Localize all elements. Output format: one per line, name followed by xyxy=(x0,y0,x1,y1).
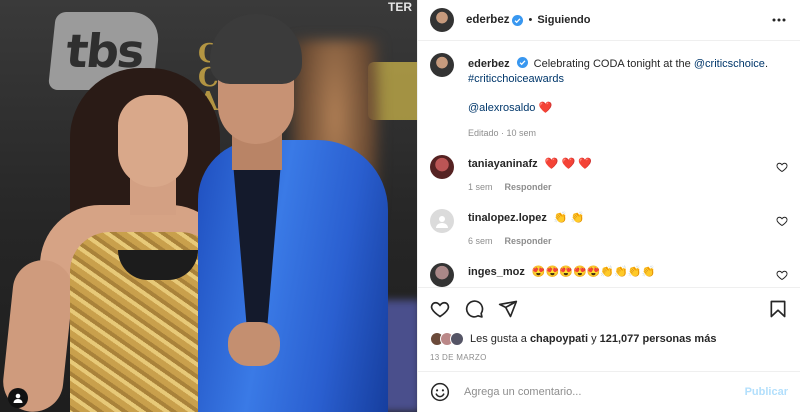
comment-username[interactable]: tinalopez.lopez xyxy=(468,212,547,224)
post-panel: ederbez • Siguiendo ederbez Celebrating … xyxy=(417,0,800,412)
tagged-user-link[interactable]: @alexrosaldo xyxy=(468,102,535,114)
comment-text: 👏 👏 xyxy=(553,212,585,224)
like-comment-heart-icon[interactable] xyxy=(776,215,788,227)
comment-composer: Publicar xyxy=(418,371,800,412)
caption-mention[interactable]: @criticschoice xyxy=(694,58,765,70)
reply-button[interactable]: Responder xyxy=(505,180,552,195)
man-hair xyxy=(210,14,302,84)
save-icon[interactable] xyxy=(768,299,788,319)
comment-text: ❤️ ❤️ ❤️ xyxy=(544,158,592,170)
comment-text: 😍😍😍😍😍👏👏👏👏 xyxy=(531,266,656,278)
verified-icon xyxy=(516,57,528,68)
comment-username[interactable]: taniayaninafz xyxy=(468,158,538,170)
caption-period: . xyxy=(764,58,768,70)
likes-prefix: Les gusta a xyxy=(470,333,527,345)
commenter-avatar[interactable] xyxy=(430,155,454,179)
heart-icon[interactable] xyxy=(430,299,450,319)
verified-icon xyxy=(512,14,524,26)
author-avatar[interactable] xyxy=(430,8,454,32)
comment-input[interactable] xyxy=(464,386,745,398)
heart-emoji: ❤️ xyxy=(538,102,553,114)
comments-list[interactable]: ederbez Celebrating CODA tonight at the … xyxy=(418,41,800,287)
caption-hashtag[interactable]: #criticchoiceawards xyxy=(468,73,564,85)
user-tag-icon[interactable] xyxy=(8,388,28,408)
more-options-icon[interactable] xyxy=(770,11,788,29)
post-photo[interactable]: tbs C C A TER xyxy=(0,0,417,412)
caption-text: Celebrating CODA tonight at the xyxy=(533,58,691,70)
comment-item: inges_moz 😍😍😍😍😍👏👏👏👏 xyxy=(430,263,788,287)
comment-icon[interactable] xyxy=(464,299,484,319)
post-date[interactable]: 13 DE MARZO xyxy=(418,349,800,371)
caption: ederbez Celebrating CODA tonight at the … xyxy=(430,53,788,141)
share-icon[interactable] xyxy=(498,299,518,319)
comment-time: 1 sem xyxy=(468,182,493,192)
emoji-icon[interactable] xyxy=(430,382,450,402)
liker-avatars[interactable] xyxy=(430,332,464,346)
author-username[interactable]: ederbez xyxy=(466,14,509,26)
blue-suit xyxy=(198,140,388,412)
comment-item: taniayaninafz ❤️ ❤️ ❤️ 1 sem Responder xyxy=(430,155,788,195)
commenter-avatar[interactable] xyxy=(430,209,454,233)
caption-username[interactable]: ederbez xyxy=(468,58,510,70)
like-comment-heart-icon[interactable] xyxy=(776,161,788,173)
likes-suffix[interactable]: personas más xyxy=(642,333,716,345)
likes-mid: y xyxy=(591,333,597,345)
commenter-avatar[interactable] xyxy=(430,263,454,287)
likes-count[interactable]: 121,077 xyxy=(600,333,640,345)
separator: • xyxy=(528,14,533,26)
publish-button[interactable]: Publicar xyxy=(745,386,788,398)
likes-row: Les gusta a chapoypati y 121,077 persona… xyxy=(418,329,800,349)
action-bar xyxy=(418,287,800,329)
comment-time: 6 sem xyxy=(468,236,493,246)
post-header: ederbez • Siguiendo xyxy=(418,0,800,41)
comment-username[interactable]: inges_moz xyxy=(468,266,525,278)
edited-label: Editado · 10 sem xyxy=(468,128,537,138)
following-button[interactable]: Siguiendo xyxy=(537,14,590,26)
author-avatar[interactable] xyxy=(430,53,454,77)
man-hand xyxy=(228,322,280,366)
liker-username[interactable]: chapoypati xyxy=(530,333,588,345)
comment-item: tinalopez.lopez 👏 👏 6 sem Responder xyxy=(430,209,788,249)
woman-face xyxy=(118,95,188,187)
like-comment-heart-icon[interactable] xyxy=(776,269,788,281)
backdrop-text: TER xyxy=(388,0,412,14)
reply-button[interactable]: Responder xyxy=(505,234,552,249)
